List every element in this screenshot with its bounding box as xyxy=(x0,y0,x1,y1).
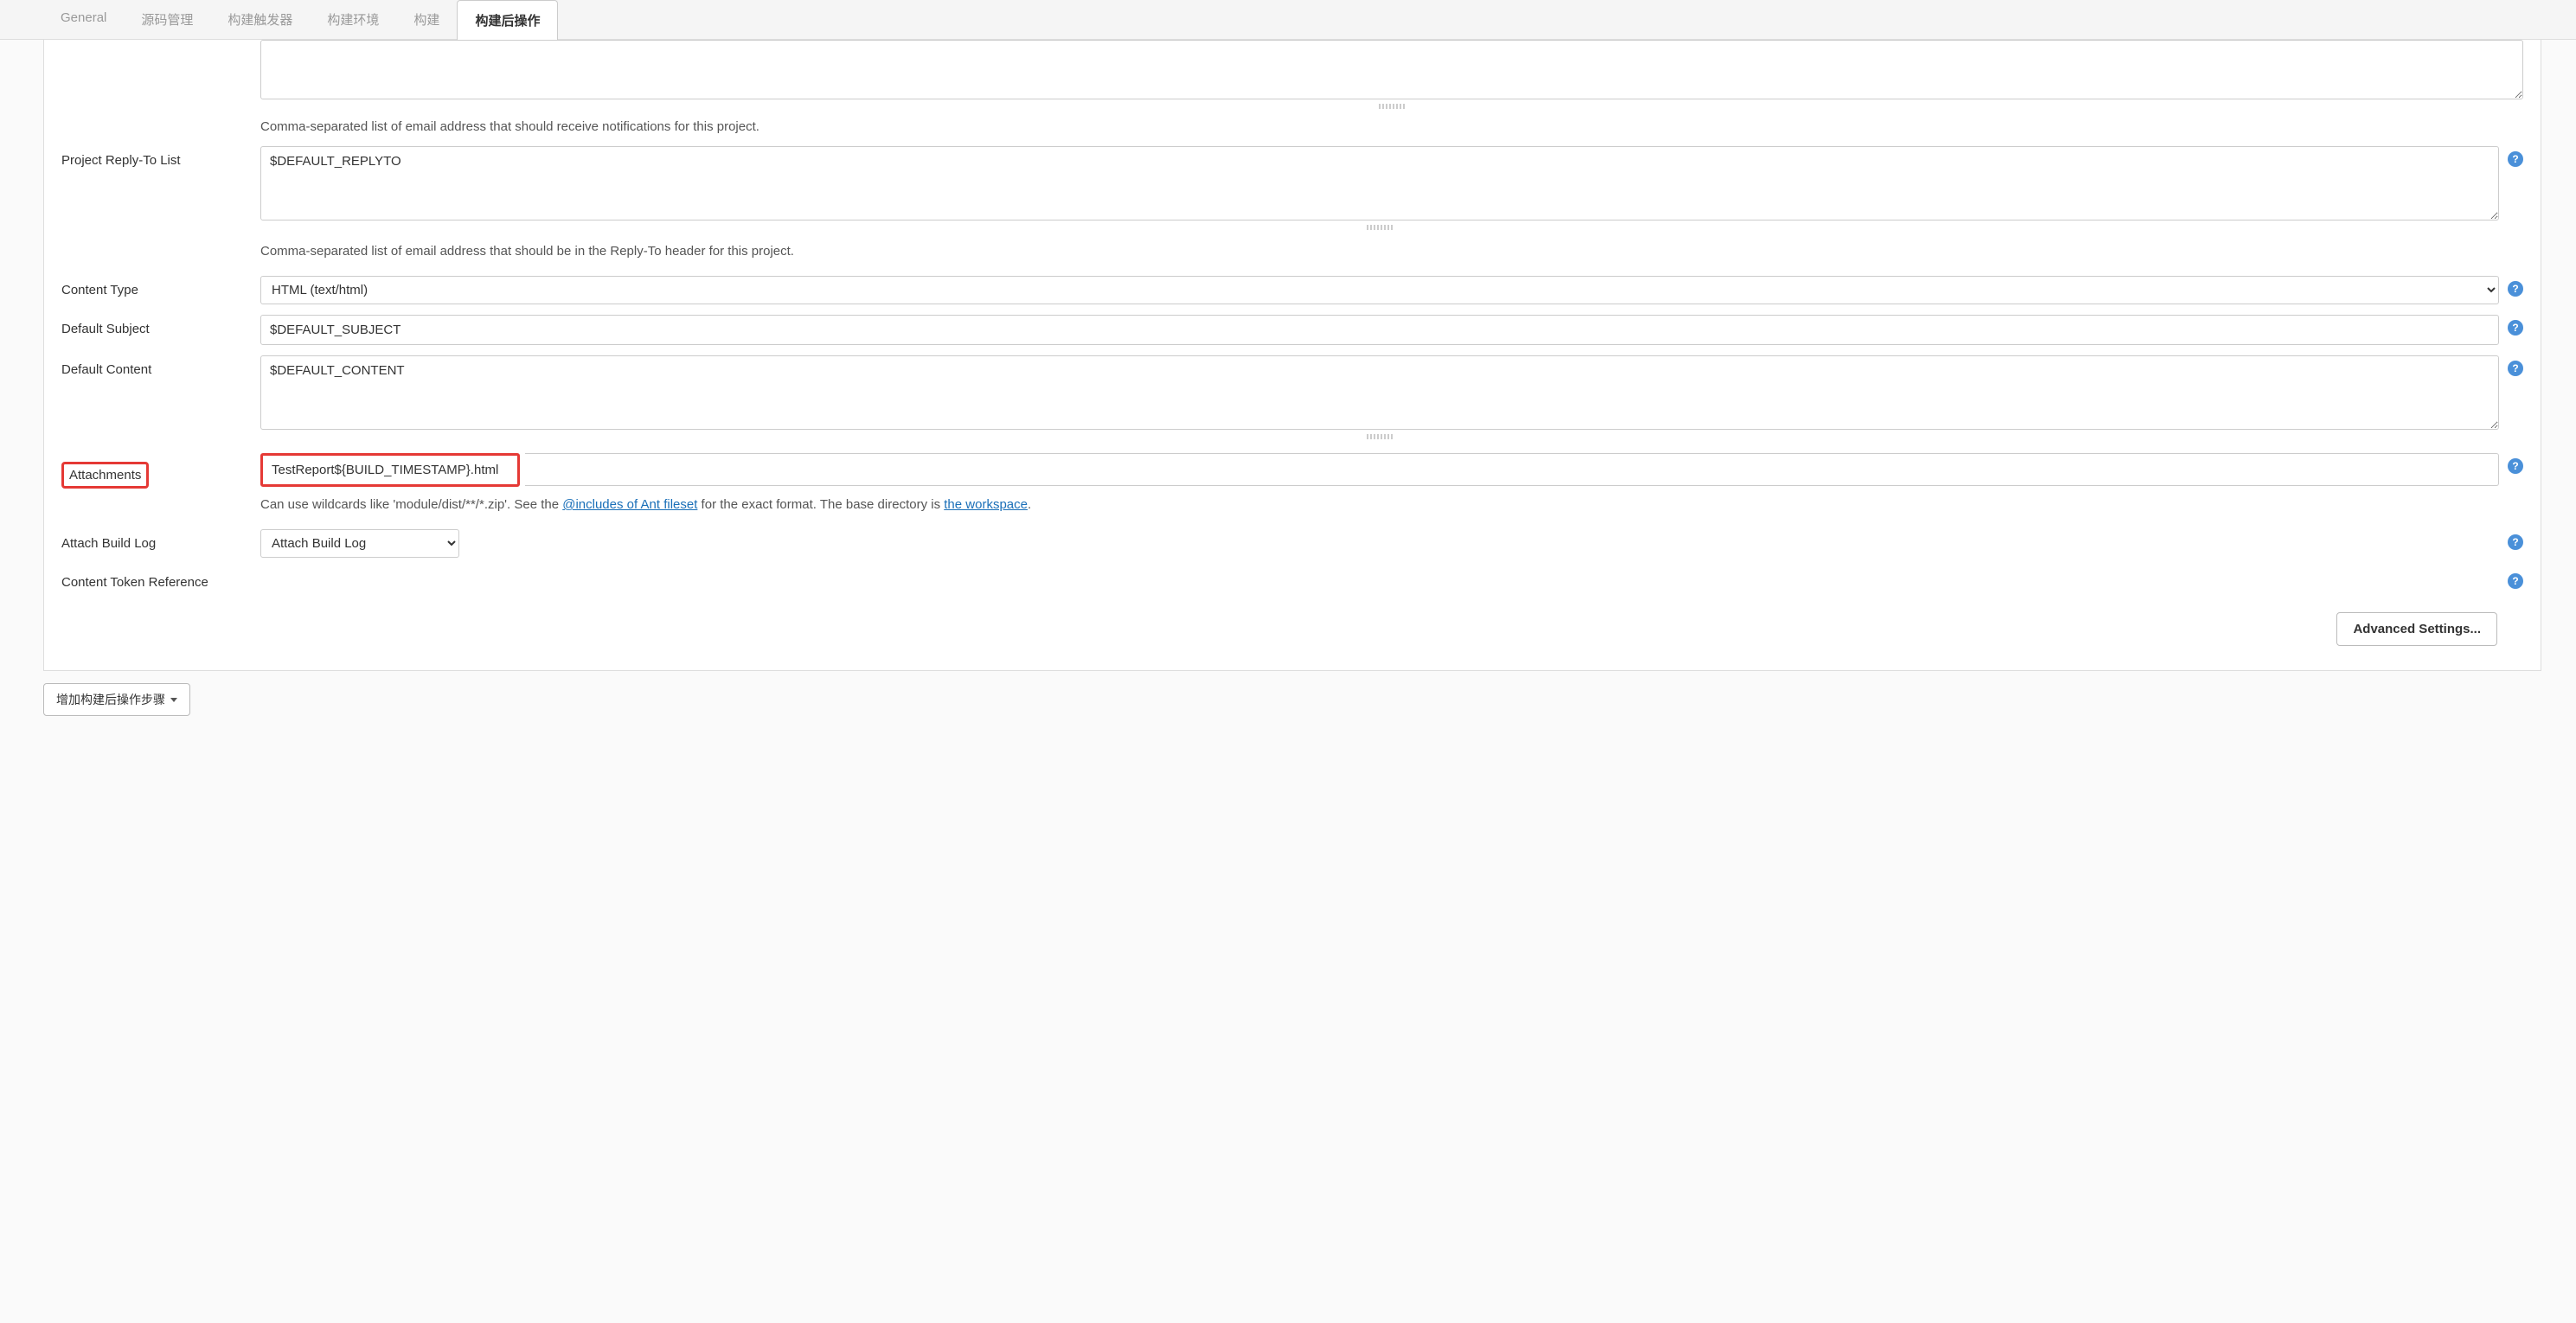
default-content-input[interactable]: $DEFAULT_CONTENT xyxy=(260,355,2499,430)
help-icon[interactable]: ? xyxy=(2508,281,2523,297)
attachments-label: Attachments xyxy=(61,462,149,489)
tab-post-build-actions[interactable]: 构建后操作 xyxy=(457,0,558,40)
content-token-reference-label: Content Token Reference xyxy=(61,568,260,590)
attach-build-log-label: Attach Build Log xyxy=(61,529,260,551)
add-post-build-step-label: 增加构建后操作步骤 xyxy=(56,691,165,708)
content-type-select[interactable]: HTML (text/html) xyxy=(260,276,2499,304)
tab-scm[interactable]: 源码管理 xyxy=(124,0,210,39)
project-recipient-list-input[interactable] xyxy=(260,40,2523,99)
drag-handle-icon[interactable] xyxy=(1367,225,1393,230)
project-reply-to-label: Project Reply-To List xyxy=(61,146,260,168)
help-icon[interactable]: ? xyxy=(2508,361,2523,376)
default-subject-label: Default Subject xyxy=(61,315,260,336)
default-subject-input[interactable] xyxy=(260,315,2499,345)
help-icon[interactable]: ? xyxy=(2508,320,2523,336)
post-build-config-body: Comma-separated list of email address th… xyxy=(43,40,2541,671)
help-icon[interactable]: ? xyxy=(2508,573,2523,589)
tab-general[interactable]: General xyxy=(43,0,124,39)
help-icon[interactable]: ? xyxy=(2508,151,2523,167)
drag-handle-icon[interactable] xyxy=(1367,434,1393,439)
ant-fileset-link[interactable]: @includes of Ant fileset xyxy=(562,497,697,512)
reply-to-help: Comma-separated list of email address th… xyxy=(260,237,2523,265)
help-icon[interactable]: ? xyxy=(2508,458,2523,474)
attachments-input[interactable] xyxy=(260,453,520,487)
drag-handle-icon[interactable] xyxy=(1379,104,1405,109)
default-content-label: Default Content xyxy=(61,355,260,377)
content-type-label: Content Type xyxy=(61,276,260,297)
attachments-help: Can use wildcards like 'module/dist/**/*… xyxy=(260,490,2523,519)
chevron-down-icon xyxy=(170,698,177,702)
project-reply-to-input[interactable]: $DEFAULT_REPLYTO xyxy=(260,146,2499,220)
help-icon[interactable]: ? xyxy=(2508,534,2523,550)
tab-build[interactable]: 构建 xyxy=(396,0,457,39)
recipient-list-help: Comma-separated list of email address th… xyxy=(260,112,2523,141)
tab-build-env[interactable]: 构建环境 xyxy=(310,0,396,39)
config-tabs: General 源码管理 构建触发器 构建环境 构建 构建后操作 xyxy=(0,0,2576,40)
workspace-link[interactable]: the workspace xyxy=(944,497,1028,512)
attach-build-log-select[interactable]: Attach Build Log xyxy=(260,529,459,558)
add-post-build-step-button[interactable]: 增加构建后操作步骤 xyxy=(43,683,190,716)
advanced-settings-button[interactable]: Advanced Settings... xyxy=(2336,612,2497,646)
tab-build-triggers[interactable]: 构建触发器 xyxy=(210,0,310,39)
